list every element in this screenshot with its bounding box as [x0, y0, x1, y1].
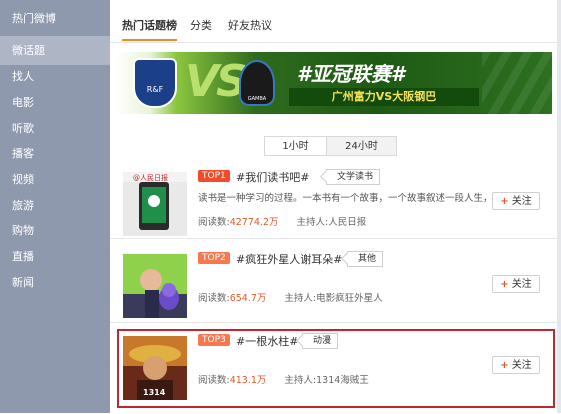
tab-categories[interactable]: 分类 — [190, 17, 212, 33]
rf-logo-text: R&F — [146, 85, 164, 94]
reads-label: 阅读数: — [198, 293, 230, 304]
host-name[interactable]: 人民日报 — [328, 217, 366, 228]
sidebar-item-label: 播客 — [12, 147, 34, 160]
divider — [110, 322, 557, 323]
rank-badge: TOP2 — [198, 252, 230, 264]
rf-club-logo-icon: R&F — [133, 58, 177, 108]
sidebar-item-shopping[interactable]: 购物 — [0, 216, 110, 245]
sidebar-item-label: 新闻 — [12, 276, 34, 289]
follow-label: 关注 — [511, 196, 532, 207]
banner-title: #亚冠联赛# — [297, 62, 405, 86]
sidebar-item-label: 热门微博 — [12, 12, 56, 25]
topic-thumbnail[interactable]: @人民日报 — [123, 172, 187, 236]
sidebar-item-label: 电影 — [12, 96, 34, 109]
rank-badge: TOP1 — [198, 170, 230, 182]
follow-label: 关注 — [511, 279, 532, 290]
category-tag[interactable]: 其他 — [347, 251, 384, 267]
divider — [110, 238, 557, 239]
banner-subtitle: 广州富力VS大阪钢巴 — [289, 88, 479, 106]
topic-thumbnail[interactable] — [123, 254, 187, 318]
reads-label: 阅读数: — [198, 217, 230, 228]
plus-icon: + — [500, 279, 509, 290]
topic-title-link[interactable]: #疯狂外星人谢耳朵# — [236, 251, 342, 267]
banner-decoration — [482, 52, 552, 114]
tab-friends-discussing[interactable]: 好友热议 — [228, 17, 272, 33]
toggle-24-hours[interactable]: 24小时 — [326, 136, 397, 156]
topic-description: 读书是一种学习的过程。一本书有一个故事，一个故事叙述一段人生，一... — [198, 193, 488, 204]
promo-banner[interactable]: R&F VS GAMBA OSAKA #亚冠联赛# 广州富力VS大阪钢巴 — [115, 52, 552, 114]
sidebar-item-live[interactable]: 直播 — [0, 242, 110, 271]
follow-button[interactable]: + 关注 — [492, 275, 540, 293]
category-tag[interactable]: 文学读书 — [326, 169, 381, 185]
host-label: 主持人: — [284, 293, 317, 304]
reads-count: 654.7万 — [229, 293, 267, 304]
topic-title-link[interactable]: #我们读书吧# — [236, 169, 309, 185]
movie-poster-icon — [123, 254, 187, 318]
sidebar-item-label: 直播 — [12, 250, 34, 263]
sidebar-item-hot-weibo[interactable]: 热门微博 — [0, 4, 110, 33]
tab-bar: 热门话题榜 分类 好友热议 — [110, 0, 557, 43]
sidebar-item-topics[interactable]: 微话题 — [0, 36, 110, 65]
sidebar-item-label: 视频 — [12, 173, 34, 186]
toggle-1-hour[interactable]: 1小时 — [264, 136, 327, 156]
active-tab-indicator — [122, 39, 177, 41]
host-name[interactable]: 电影疯狂外星人 — [316, 293, 383, 304]
sidebar-item-podcast[interactable]: 播客 — [0, 139, 110, 168]
sidebar-item-label: 听歌 — [12, 122, 34, 135]
gamba-osaka-logo-icon: GAMBA OSAKA — [239, 60, 275, 106]
host-label: 主持人: — [296, 217, 329, 228]
list-item[interactable]: TOP2 #疯狂外星人谢耳朵# 其他 阅读数:654.7万 主持人:电影疯狂外星人… — [110, 248, 557, 332]
sidebar-item-news[interactable]: 新闻 — [0, 268, 110, 297]
gamba-logo-text: GAMBA OSAKA — [247, 96, 267, 102]
sidebar-item-label: 找人 — [12, 70, 34, 83]
follow-button[interactable]: + 关注 — [492, 192, 540, 210]
plus-icon: + — [500, 196, 509, 207]
sidebar-item-label: 微话题 — [12, 44, 45, 57]
banner-vs-text: VS — [185, 56, 248, 107]
thumb-caption: @人民日报 — [133, 174, 168, 182]
sidebar-item-find-people[interactable]: 找人 — [0, 62, 110, 91]
topic-stats: 阅读数:42774.2万 主持人:人民日报 — [198, 214, 366, 228]
sidebar: 热门微博 微话题 找人 电影 听歌 播客 视频 旅游 购物 直播 新闻 — [0, 0, 110, 413]
sidebar-item-movies[interactable]: 电影 — [0, 88, 110, 117]
tab-hot-topics[interactable]: 热门话题榜 — [122, 17, 177, 33]
highlight-box — [117, 329, 555, 408]
sidebar-item-label: 旅游 — [12, 199, 34, 212]
sidebar-item-label: 购物 — [12, 224, 34, 237]
sidebar-item-video[interactable]: 视频 — [0, 165, 110, 194]
topic-stats: 阅读数:654.7万 主持人:电影疯狂外星人 — [198, 290, 383, 304]
reads-count: 42774.2万 — [229, 217, 279, 228]
